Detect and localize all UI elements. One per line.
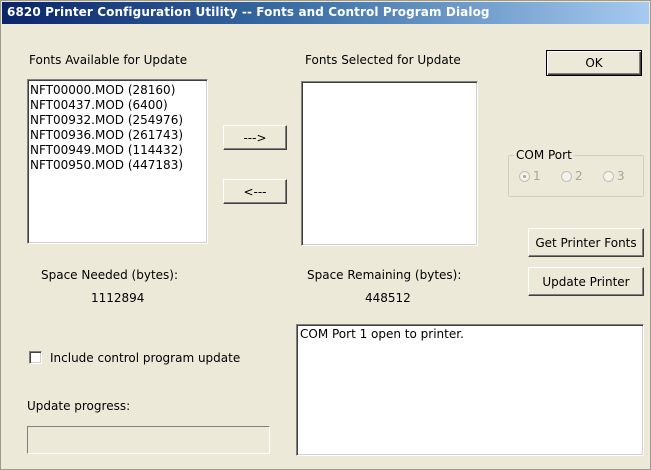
- com-port-2-label: 2: [575, 169, 583, 183]
- space-remaining-label: Space Remaining (bytes):: [307, 268, 462, 282]
- fonts-available-label: Fonts Available for Update: [29, 53, 188, 67]
- radio-selected-icon: [519, 170, 530, 182]
- font-list-item[interactable]: NFT00000.MOD (28160): [28, 83, 207, 98]
- fonts-selected-label: Fonts Selected for Update: [305, 53, 461, 67]
- status-log[interactable]: COM Port 1 open to printer.: [296, 324, 644, 456]
- title-bar[interactable]: 6820 Printer Configuration Utility -- Fo…: [2, 2, 649, 24]
- include-control-program-checkbox[interactable]: [29, 351, 42, 364]
- radio-unselected-icon: [561, 170, 572, 182]
- radio-unselected-icon: [603, 170, 614, 182]
- com-port-1-radio[interactable]: 1: [519, 169, 541, 183]
- com-port-2-radio[interactable]: 2: [561, 169, 583, 183]
- dialog-window: 6820 Printer Configuration Utility -- Fo…: [0, 0, 651, 470]
- font-list-item[interactable]: NFT00437.MOD (6400): [28, 98, 207, 113]
- font-list-item[interactable]: NFT00936.MOD (261743): [28, 128, 207, 143]
- font-list-item[interactable]: NFT00950.MOD (447183): [28, 158, 207, 173]
- font-list-item[interactable]: NFT00949.MOD (114432): [28, 143, 207, 158]
- ok-button[interactable]: OK: [546, 50, 642, 76]
- font-list-item[interactable]: NFT00932.MOD (254976): [28, 113, 207, 128]
- space-remaining-value: 448512: [365, 291, 411, 305]
- include-control-program-label: Include control program update: [50, 351, 241, 365]
- space-needed-value: 1112894: [91, 291, 145, 305]
- com-port-3-label: 3: [617, 169, 625, 183]
- add-font-button[interactable]: --->: [223, 125, 287, 150]
- get-printer-fonts-button[interactable]: Get Printer Fonts: [528, 228, 644, 257]
- fonts-available-list[interactable]: NFT00000.MOD (28160) NFT00437.MOD (6400) N…: [27, 79, 208, 244]
- update-progress-label: Update progress:: [27, 399, 131, 413]
- fonts-selected-list[interactable]: [301, 81, 478, 246]
- window-title: 6820 Printer Configuration Utility -- Fo…: [7, 5, 490, 19]
- com-port-group: COM Port 1 2 3: [508, 148, 644, 197]
- remove-font-button[interactable]: <---: [223, 179, 287, 204]
- space-needed-label: Space Needed (bytes):: [41, 268, 179, 282]
- com-port-label: COM Port: [514, 148, 574, 162]
- status-text: COM Port 1 open to printer.: [300, 327, 464, 341]
- update-printer-button[interactable]: Update Printer: [528, 267, 644, 296]
- com-port-1-label: 1: [533, 169, 541, 183]
- com-port-3-radio[interactable]: 3: [603, 169, 625, 183]
- update-progress-bar: [27, 426, 270, 454]
